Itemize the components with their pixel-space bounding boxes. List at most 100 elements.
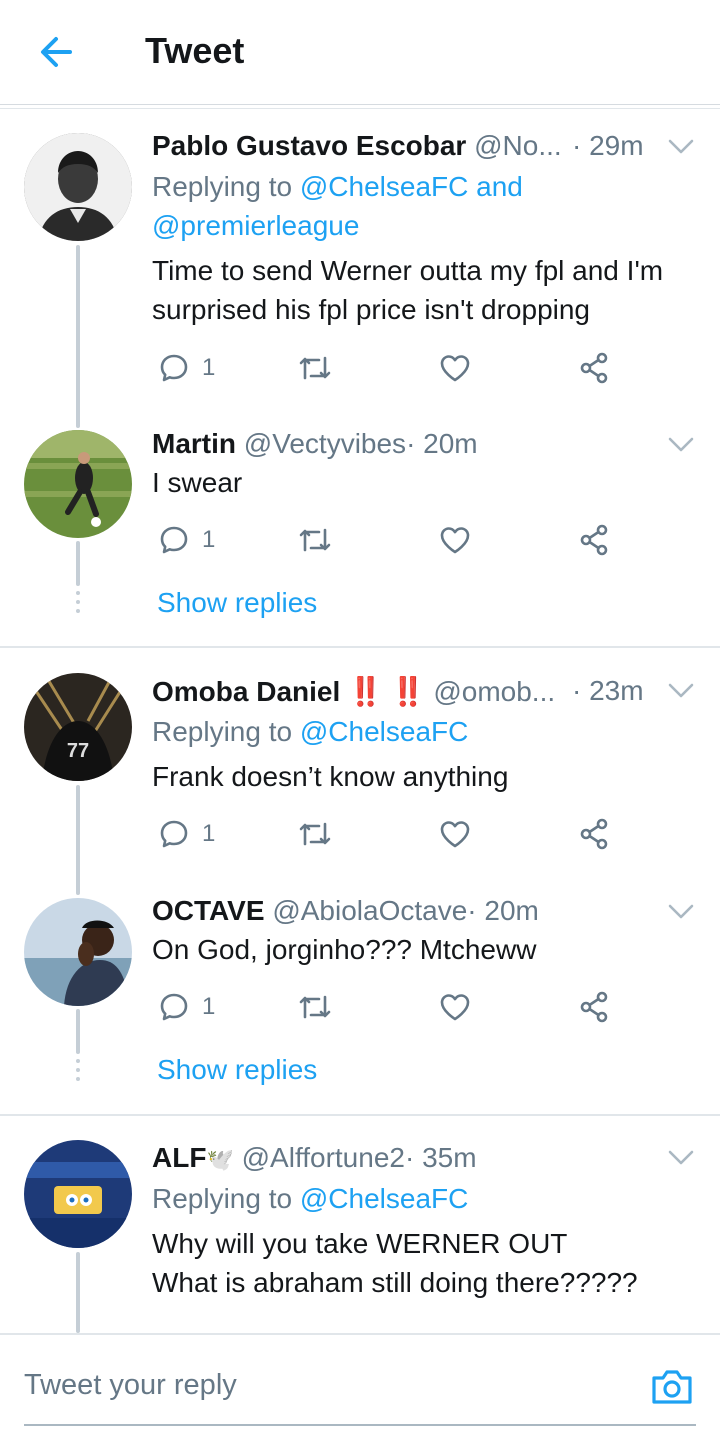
replying-to: Replying to @ChelseaFC (152, 1183, 468, 1215)
retweet-icon[interactable] (297, 818, 333, 850)
thread-dots (76, 1059, 80, 1086)
reply-count: 1 (202, 354, 216, 381)
retweet-icon[interactable] (297, 524, 333, 556)
tweet-text: Why will you take WERNER OUT What is abr… (152, 1224, 638, 1302)
chevron-down-icon[interactable] (667, 138, 695, 156)
handle: @Vectyvibes (243, 428, 407, 459)
replying-to: Replying to @ChelseaFC and (152, 171, 523, 203)
handle: @AbiolaOctave (272, 895, 468, 926)
handle: @omob... (433, 676, 556, 707)
timestamp: · 20m (467, 895, 539, 926)
replying-and: and (468, 171, 523, 202)
avatar[interactable] (24, 1140, 132, 1248)
timestamp: · 35m (404, 1142, 477, 1173)
tweet-text-line: surprised his fpl price isn't dropping (152, 294, 591, 325)
timestamp: · 20m (406, 428, 478, 459)
replying-label: Replying to (152, 716, 293, 747)
chevron-down-icon[interactable] (667, 682, 695, 700)
replying-to-line2: @premierleague (152, 210, 359, 242)
handle: @No... (474, 130, 562, 161)
tweet-text: Time to send Werner outta my fpl and I'm… (152, 251, 663, 329)
heart-icon[interactable] (439, 524, 471, 556)
replying-label: Replying to (152, 1183, 293, 1214)
heart-icon[interactable] (439, 352, 471, 384)
tweet-text-line: Time to send Werner outta my fpl and I'm (152, 255, 664, 286)
share-icon[interactable] (579, 524, 611, 556)
retweet-icon[interactable] (297, 352, 333, 384)
handle: @Alffortune2 (241, 1142, 405, 1173)
avatar[interactable] (24, 430, 132, 538)
reply-input[interactable]: Tweet your reply (24, 1369, 237, 1402)
avatar[interactable] (24, 898, 132, 1006)
back-arrow-icon[interactable] (36, 30, 80, 74)
show-replies-link[interactable]: Show replies (157, 1054, 317, 1086)
share-icon[interactable] (579, 991, 611, 1023)
tweet-text: I swear (152, 463, 242, 502)
tweet-text: Frank doesn’t know anything (152, 757, 508, 796)
thread-line (76, 541, 80, 586)
svg-text:77: 77 (67, 740, 89, 762)
tweet-text: On God, jorginho??? Mtcheww (152, 930, 536, 969)
chevron-down-icon[interactable] (667, 1149, 695, 1167)
heart-icon[interactable] (439, 818, 471, 850)
tweet-header: Pablo Gustavo Escobar @No... (152, 130, 562, 162)
reply-button[interactable]: 1 (158, 524, 215, 556)
divider (0, 646, 720, 648)
share-icon[interactable] (579, 352, 611, 384)
reply-count: 1 (202, 820, 216, 847)
thread-dots (76, 591, 80, 618)
camera-icon[interactable] (650, 1366, 694, 1406)
display-name[interactable]: ALF (152, 1142, 206, 1173)
display-name[interactable]: OCTAVE (152, 895, 265, 926)
thread-line (76, 1009, 80, 1054)
thread-line (76, 245, 80, 428)
page-title: Tweet (145, 30, 245, 71)
reply-button[interactable]: 1 (158, 991, 215, 1023)
reply-count: 1 (202, 526, 216, 553)
tweet-header: ALF🕊️ @Alffortune2· 35m (152, 1142, 477, 1174)
reply-button[interactable]: 1 (158, 352, 215, 384)
chevron-down-icon[interactable] (667, 436, 695, 454)
divider (0, 108, 720, 109)
tweet-header: Omoba Daniel ‼️ ‼️ @omob... (152, 675, 555, 708)
replying-label: Replying to (152, 171, 293, 202)
reply-icon (158, 352, 190, 384)
mention-link[interactable]: @ChelseaFC (300, 171, 468, 202)
retweet-icon[interactable] (297, 991, 333, 1023)
reply-icon (158, 991, 190, 1023)
divider (0, 104, 720, 105)
reply-count: 1 (202, 993, 216, 1020)
tweet-text-line: What is abraham still doing there????? (152, 1267, 638, 1298)
display-name[interactable]: Martin (152, 428, 236, 459)
tweet-text-line: Frank doesn’t know anything (152, 761, 509, 792)
input-underline (24, 1424, 696, 1426)
reply-icon (158, 818, 190, 850)
tweet-text-line: Why will you take WERNER OUT (152, 1228, 568, 1259)
mention-link[interactable]: @premierleague (152, 210, 359, 241)
reply-button[interactable]: 1 (158, 818, 215, 850)
share-icon[interactable] (579, 818, 611, 850)
name-emoji: 🕊️ (206, 1147, 234, 1172)
chevron-down-icon[interactable] (667, 903, 695, 921)
avatar[interactable] (24, 133, 132, 241)
reply-icon (158, 524, 190, 556)
tweet-text-line: I swear (152, 467, 243, 498)
display-name[interactable]: Pablo Gustavo Escobar (152, 130, 466, 161)
display-name[interactable]: Omoba Daniel (152, 676, 340, 707)
name-emoji: ‼️ ‼️ (348, 676, 426, 707)
thread-line (76, 1252, 80, 1333)
replying-to: Replying to @ChelseaFC (152, 716, 468, 748)
thread-line (76, 785, 80, 895)
timestamp: · 23m (572, 675, 644, 706)
tweet-text-line: On God, jorginho??? Mtcheww (152, 934, 537, 965)
show-replies-link[interactable]: Show replies (157, 587, 317, 619)
avatar[interactable]: 77 (24, 673, 132, 781)
mention-link[interactable]: @ChelseaFC (300, 1183, 468, 1214)
mention-link[interactable]: @ChelseaFC (300, 716, 468, 747)
divider (0, 1114, 720, 1116)
heart-icon[interactable] (439, 991, 471, 1023)
timestamp: · 29m (572, 130, 644, 161)
top-bar: Tweet (0, 0, 720, 104)
reply-composer: Tweet your reply (0, 1333, 720, 1435)
tweet-header: OCTAVE @AbiolaOctave· 20m (152, 895, 539, 927)
